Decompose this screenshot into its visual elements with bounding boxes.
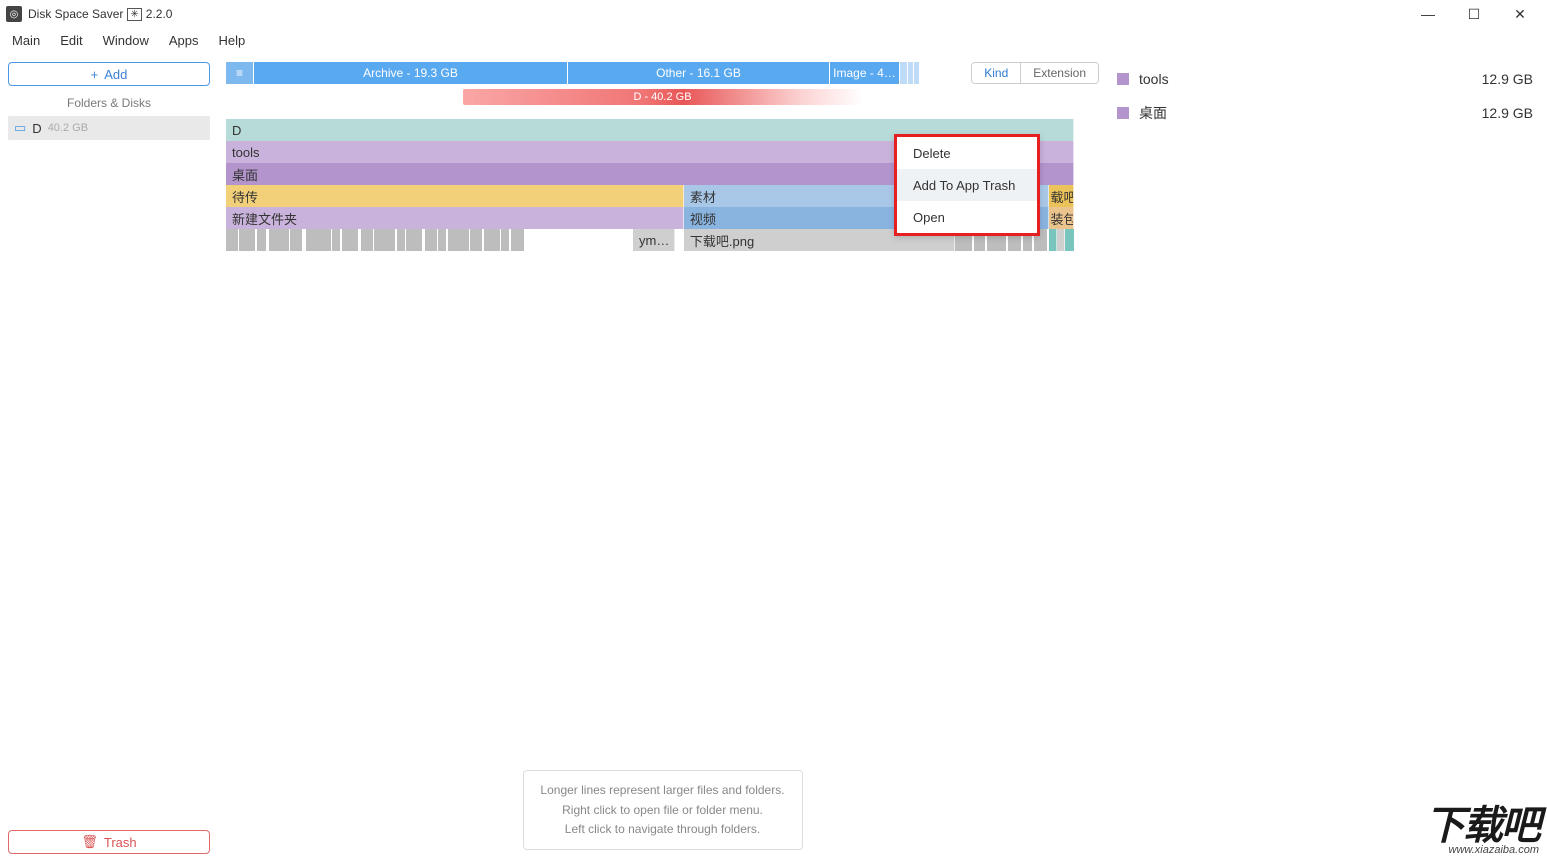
minimize-button[interactable]: — — [1405, 0, 1451, 28]
total-size-bar: D - 40.2 GB — [463, 89, 863, 105]
tm-zaiba[interactable]: 载吧 — [1049, 185, 1074, 207]
plus-icon: + — [91, 67, 99, 82]
right-item[interactable]: tools 12.9 GB — [1117, 62, 1533, 96]
main-area: ≡ Archive - 19.3 GB Other - 16.1 GB Imag… — [218, 52, 1107, 862]
color-swatch-icon — [1117, 73, 1129, 85]
tm-pkg[interactable]: 装包 — [1049, 207, 1074, 229]
hint-line-1: Longer lines represent larger files and … — [534, 781, 792, 800]
tm-edge-3[interactable] — [1065, 229, 1073, 251]
toggle-extension[interactable]: Extension — [1021, 63, 1098, 83]
trash-button[interactable]: 🗑 Trash — [8, 830, 210, 854]
category-extra-1[interactable] — [900, 62, 908, 84]
category-image[interactable]: Image - 4… — [830, 62, 900, 84]
tm-edge-2[interactable] — [1057, 229, 1065, 251]
watermark-text: 下载吧 — [1425, 808, 1539, 844]
folder-icon: ▭ — [14, 120, 26, 136]
view-toggle: Kind Extension — [971, 62, 1099, 84]
app-icon: ◎ — [6, 6, 22, 22]
tm-files-strip[interactable] — [226, 229, 633, 251]
add-label: Add — [104, 67, 127, 82]
category-other[interactable]: Other - 16.1 GB — [568, 62, 830, 84]
close-button[interactable]: ✕ — [1497, 0, 1543, 28]
menu-help[interactable]: Help — [210, 31, 253, 50]
trash-label: Trash — [104, 835, 137, 850]
category-menu-button[interactable]: ≡ — [226, 62, 254, 84]
right-item-size: 12.9 GB — [1482, 105, 1533, 121]
toggle-kind[interactable]: Kind — [972, 63, 1021, 83]
context-menu: Delete Add To App Trash Open — [894, 134, 1040, 236]
version-symbol: ✳ — [127, 8, 141, 21]
hint-line-2: Right click to open file or folder menu. — [534, 801, 792, 820]
hint-line-3: Left click to navigate through folders. — [534, 820, 792, 839]
tm-ym[interactable]: ym… — [633, 229, 675, 251]
app-version: 2.2.0 — [146, 7, 173, 21]
tm-pending[interactable]: 待传 — [226, 185, 684, 207]
hint-box: Longer lines represent larger files and … — [523, 770, 803, 850]
menu-window[interactable]: Window — [95, 31, 157, 50]
titlebar: ◎ Disk Space Saver ✳ 2.2.0 — ☐ ✕ — [0, 0, 1547, 28]
menu-main[interactable]: Main — [4, 31, 48, 50]
menu-edit[interactable]: Edit — [52, 31, 90, 50]
tm-newfolder[interactable]: 新建文件夹 — [226, 207, 684, 229]
ctx-add-to-trash[interactable]: Add To App Trash — [897, 169, 1037, 201]
maximize-button[interactable]: ☐ — [1451, 0, 1497, 28]
category-bar: ≡ Archive - 19.3 GB Other - 16.1 GB Imag… — [226, 62, 921, 84]
sidebar: + Add Folders & Disks ▭ D 40.2 GB 🗑 Tras… — [0, 52, 218, 862]
right-item-name: 桌面 — [1139, 103, 1167, 123]
watermark: 下载吧 www.xiazaiba.com — [1425, 808, 1539, 856]
category-archive[interactable]: Archive - 19.3 GB — [254, 62, 568, 84]
window-controls: — ☐ ✕ — [1405, 0, 1543, 28]
add-button[interactable]: + Add — [8, 62, 210, 86]
tm-edge-1[interactable] — [1049, 229, 1057, 251]
ctx-delete[interactable]: Delete — [897, 137, 1037, 169]
category-extra-3[interactable] — [914, 62, 919, 84]
right-item-size: 12.9 GB — [1482, 71, 1533, 87]
app-title: Disk Space Saver — [28, 7, 123, 21]
disk-name: D — [32, 121, 41, 136]
sidebar-disk-item[interactable]: ▭ D 40.2 GB — [8, 116, 210, 140]
menu-apps[interactable]: Apps — [161, 31, 207, 50]
folders-disks-label: Folders & Disks — [8, 96, 210, 110]
menubar: Main Edit Window Apps Help — [0, 28, 1547, 52]
right-panel: tools 12.9 GB 桌面 12.9 GB — [1107, 52, 1547, 862]
disk-size: 40.2 GB — [48, 122, 88, 134]
trash-icon: 🗑 — [81, 834, 98, 850]
color-swatch-icon — [1117, 107, 1129, 119]
right-item-name: tools — [1139, 71, 1169, 87]
ctx-open[interactable]: Open — [897, 201, 1037, 233]
right-item[interactable]: 桌面 12.9 GB — [1117, 96, 1533, 130]
